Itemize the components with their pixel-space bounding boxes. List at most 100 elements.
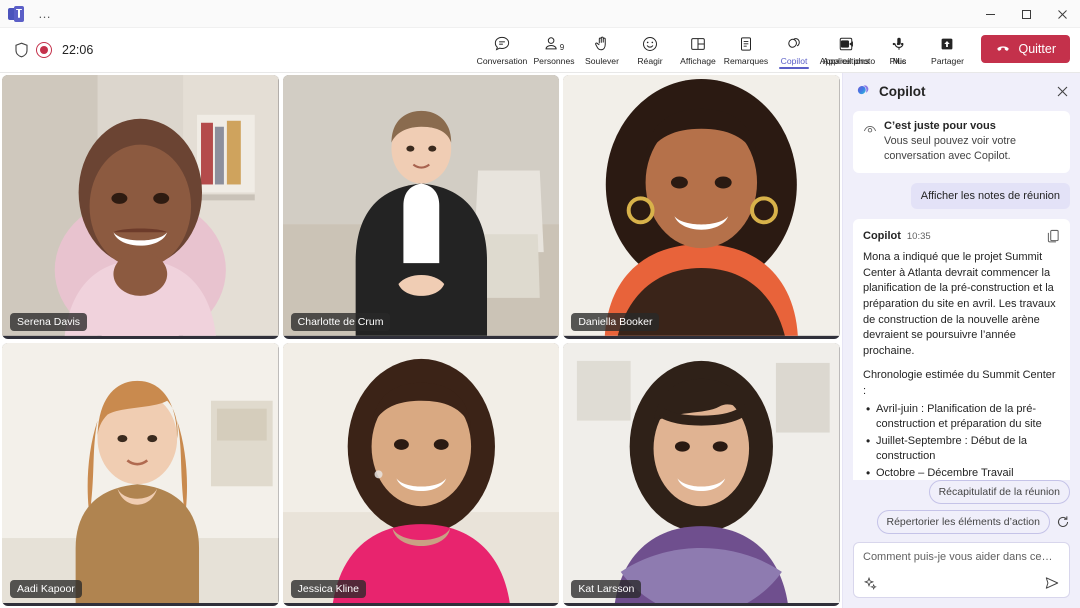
toolbar-item-people[interactable]: 9 Personnes [530,30,578,66]
toolbar-item-share[interactable]: Partager [923,30,971,66]
participant-name-tag: Jessica Kline [290,580,366,598]
toolbar-item-mic[interactable]: Mic [875,30,923,66]
eye-privacy-icon [863,120,877,163]
suggestion-row-1: Récapitulatif de la réunion [928,480,1070,504]
toolbar-item-camera[interactable]: Appareil photo [819,30,875,66]
copilot-response-header: Copilot 10:35 [863,229,1060,243]
raise-hand-icon [593,33,611,54]
microphone-icon [890,33,908,54]
participant-video-feed [282,75,560,336]
toolbar-label-raise-hand: Soulever [585,56,619,66]
video-tile-jessica-kline[interactable]: Jessica Kline [282,342,560,606]
close-icon[interactable] [1053,82,1072,101]
chat-icon [493,33,511,54]
copilot-icon [785,33,803,54]
toolbar-label-copilot: Copilot [780,56,808,66]
meeting-body: Serena Davis Charlotte de Crum Daniella … [0,73,1080,608]
share-screen-icon [938,33,956,54]
meeting-toolbar: 22:06 Conversation 9 Personnes Soulever … [0,28,1080,73]
notes-icon [737,33,755,54]
hangup-icon [995,40,1011,59]
refresh-icon[interactable] [1056,515,1070,529]
emoji-icon [641,33,659,54]
participant-name-tag: Serena Davis [10,312,88,331]
close-window-button[interactable] [1044,0,1080,28]
teams-logo-icon [8,5,24,22]
leave-call-button[interactable]: Quitter [981,35,1070,63]
people-count-badge: 9 [559,43,565,52]
copilot-response-list: Avril-juin : Planification de la pré-con… [863,401,1060,480]
toolbar-label-share: Partager [931,56,964,66]
list-item: Juillet-Septembre : Début de la construc… [863,433,1060,465]
suggestion-row-2: Répertorier les éléments d’action [876,510,1071,534]
video-tile-charlotte-de-crum[interactable]: Charlotte de Crum [282,75,560,339]
toolbar-label-react: Réagir [637,56,663,66]
shield-icon [14,42,29,58]
toolbar-item-raise-hand[interactable]: Soulever [578,30,626,66]
user-message-bubble: Afficher les notes de réunion [910,183,1070,210]
privacy-notice-title: C’est juste pour vous [884,120,996,132]
video-tile-aadi-kapoor[interactable]: Aadi Kapoor [2,342,279,606]
toolbar-label-conversation: Conversation [476,56,528,66]
teams-meeting-window: … 22:06 Conversation 9 Personnes Souleve… [0,0,1080,608]
suggestion-meeting-recap[interactable]: Récapitulatif de la réunion [928,480,1070,504]
toolbar-label-view: Affichage [680,56,716,66]
video-tile-serena-davis[interactable]: Serena Davis [2,75,279,339]
privacy-notice-card: C’est juste pour vous Vous seul pouvez v… [853,111,1070,174]
copilot-panel-header: Copilot [843,73,1080,109]
copilot-composer[interactable] [853,542,1070,598]
toolbar-item-conversation[interactable]: Conversation [474,30,530,66]
copilot-prompt-input[interactable] [863,551,1060,563]
maximize-button[interactable] [1008,0,1044,28]
copilot-response-list-title: Chronologie estimée du Summit Center : [863,369,1056,397]
participant-video-feed [563,342,840,604]
meeting-timer: 22:06 [62,43,94,57]
copilot-response-card: Copilot 10:35 Mona a indiqué que le proj… [853,219,1070,480]
title-bar: … [0,0,1080,28]
copy-icon[interactable] [1047,229,1060,243]
camera-icon [838,33,856,54]
toolbar-item-copilot[interactable]: Copilot [770,30,818,69]
list-item: Avril-juin : Planification de la pré-con… [863,401,1060,433]
participant-name-tag: Kat Larsson [571,580,642,598]
video-grid: Serena Davis Charlotte de Crum Daniella … [0,73,842,608]
video-tile-kat-larsson[interactable]: Kat Larsson [563,342,840,606]
toolbar-label-mic: Mic [892,56,907,66]
participant-video-feed [2,342,279,604]
list-item: Octobre – Décembre Travail structurel [863,465,1060,480]
copilot-response-paragraph: Mona a indiqué que le projet Summit Cent… [863,251,1056,357]
toolbar-label-notes: Remarques [723,56,769,66]
layout-icon [689,33,707,54]
copilot-icon [855,83,871,99]
participant-name-tag: Aadi Kapoor [10,580,82,598]
toolbar-item-view[interactable]: Affichage [674,30,722,66]
copilot-response-time: 10:35 [906,230,931,242]
toolbar-label-people: Personnes [533,56,575,66]
sparkle-icon[interactable] [863,576,878,591]
participant-name-tag: Charlotte de Crum [290,312,391,331]
recording-indicator-icon [36,42,52,58]
toolbar-item-react[interactable]: Réagir [626,30,674,66]
meeting-status-group: 22:06 [0,42,93,58]
leave-call-label: Quitter [1018,42,1056,56]
user-message-row: Afficher les notes de réunion [853,183,1070,210]
copilot-panel: Copilot C’est juste pour vous Vous seul … [842,73,1080,608]
video-tile-daniella-booker[interactable]: Daniella Booker [563,75,840,339]
toolbar-label-camera: Appareil photo [819,56,876,66]
minimize-button[interactable] [972,0,1008,28]
copilot-response-author: Copilot [863,230,901,243]
privacy-notice-body: Vous seul pouvez voir votre conversation… [884,135,1017,162]
people-icon: 9 [543,33,565,54]
participant-name-tag: Daniella Booker [571,312,660,331]
participant-video-feed [563,75,840,336]
participant-video-feed [2,75,279,336]
toolbar-item-notes[interactable]: Remarques [722,30,770,66]
copilot-suggestions: Récapitulatif de la réunion Répertorier … [843,480,1080,534]
suggestion-action-items[interactable]: Répertorier les éléments d’action [876,510,1050,534]
send-icon[interactable] [1044,575,1060,591]
copilot-panel-title: Copilot [879,83,926,99]
composer-actions [863,575,1060,591]
toolbar-call-controls: Appareil photo Mic Partager Quitter [819,30,1070,66]
copilot-conversation[interactable]: C’est juste pour vous Vous seul pouvez v… [843,109,1080,480]
titlebar-overflow-button[interactable]: … [34,7,56,21]
